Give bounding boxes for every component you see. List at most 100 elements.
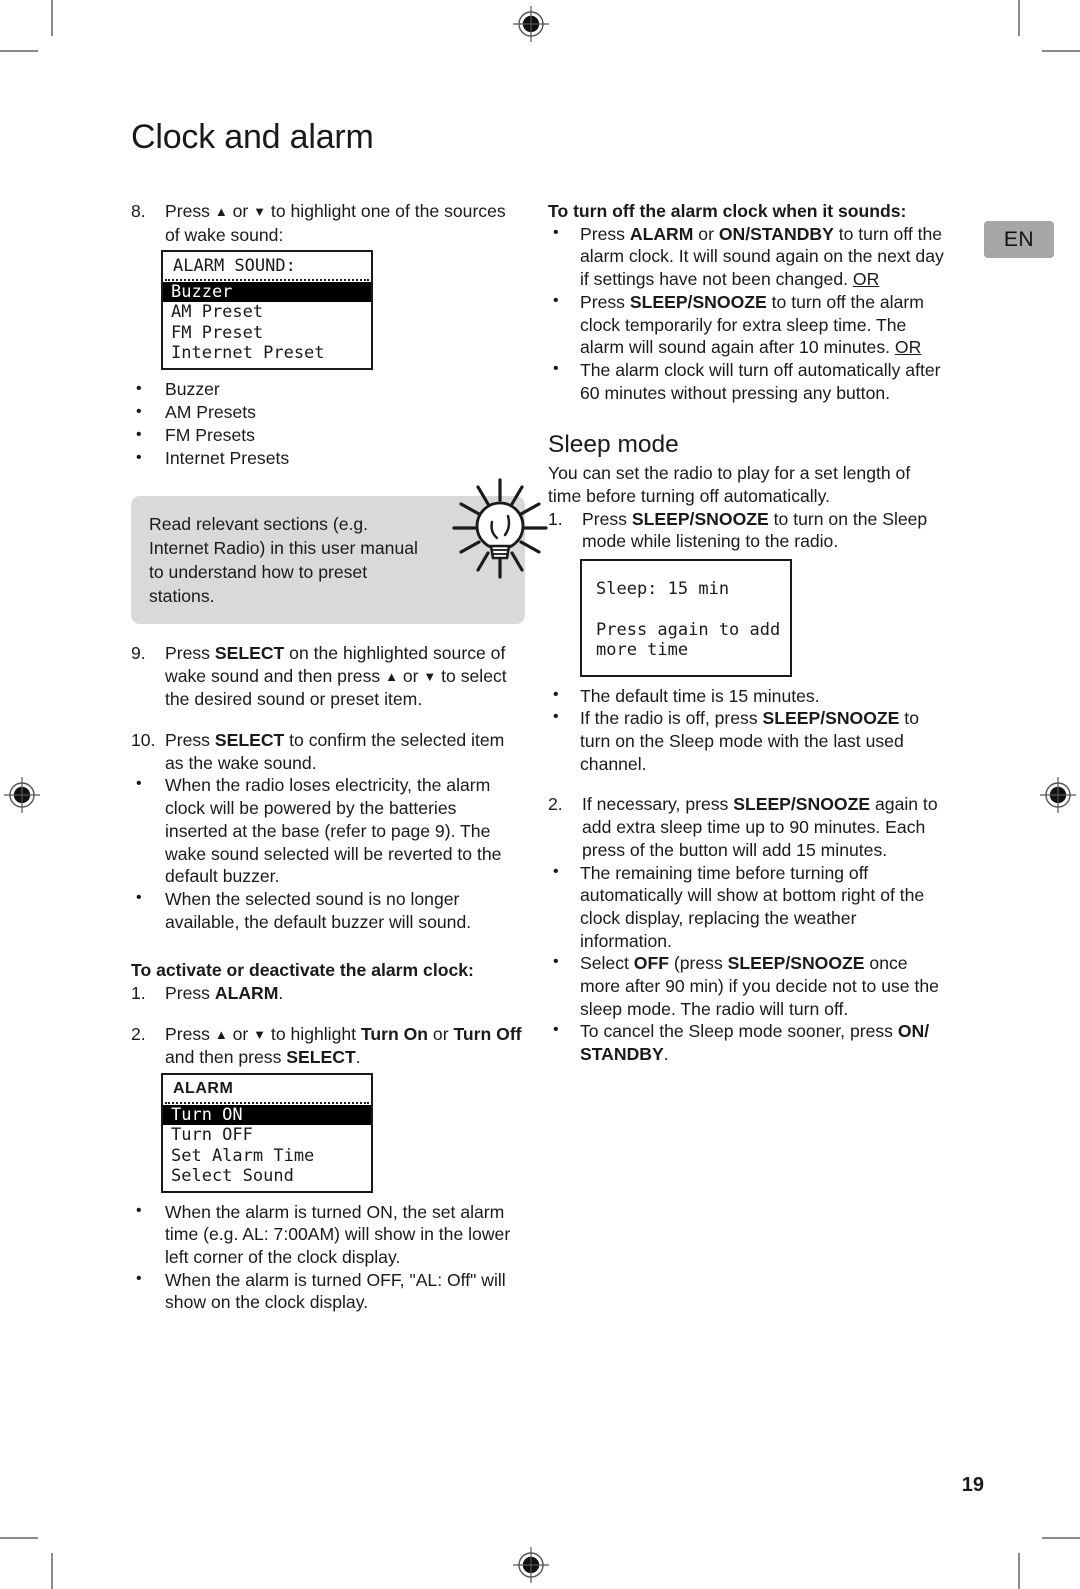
crop-mark-bottom-right-vertical xyxy=(1018,1553,1020,1589)
lightbulb-icon xyxy=(452,478,548,579)
list-item: • FM Presets xyxy=(136,424,255,445)
sleep-snooze-button-ref: SLEEP/SNOOZE xyxy=(629,291,767,312)
alarm-button-ref: ALARM xyxy=(214,983,279,1004)
registration-mark-bottom xyxy=(513,1547,549,1583)
list-item: • The alarm clock will turn off automati… xyxy=(553,359,941,403)
manual-page: Clock and alarm EN 8. Press ▲ or ▼ to hi… xyxy=(0,0,1080,1589)
list-item: • Select OFF (press SLEEP/SNOOZE once mo… xyxy=(553,953,939,1019)
language-badge: EN xyxy=(984,221,1054,258)
list-item: • When the radio loses electricity, the … xyxy=(136,775,502,887)
list-item: • AM Presets xyxy=(136,401,256,422)
sleep-snooze-button-ref: SLEEP/SNOOZE xyxy=(733,794,871,815)
crop-mark-top-left-vertical xyxy=(51,0,53,36)
off-option-ref: OFF xyxy=(633,953,669,974)
bullet-icon: • xyxy=(553,223,559,241)
alarm-menu-lcd-row: Set Alarm Time xyxy=(171,1145,315,1166)
sleep-mode-heading: Sleep mode xyxy=(548,431,679,459)
select-button-ref: SELECT xyxy=(286,1047,356,1068)
arrow-down-icon: ▼ xyxy=(423,668,437,684)
step-10-text: Press SELECT to confirm the selected ite… xyxy=(165,730,505,773)
select-button-ref: SELECT xyxy=(214,642,285,663)
alarm-sound-lcd: ALARM SOUND: Buzzer AM Preset FM Preset … xyxy=(161,250,373,370)
step-9-text: Press SELECT on the highlighted source o… xyxy=(165,642,507,710)
crop-mark-top-right-vertical xyxy=(1018,0,1020,36)
alarm-button-ref: ALARM xyxy=(629,223,694,244)
list-item: • Buzzer xyxy=(136,378,220,399)
bullet-icon: • xyxy=(136,1201,142,1219)
right-column: To turn off the alarm clock when it soun… xyxy=(548,200,944,1066)
alarm-sound-lcd-row: FM Preset xyxy=(171,322,264,343)
bullet-icon: • xyxy=(136,402,142,420)
bullet-icon: • xyxy=(136,1269,142,1287)
sleep-mode-lcd: Sleep: 15 min Press again to add more ti… xyxy=(580,559,792,677)
tip-callout: Read relevant sections (e.g. Internet Ra… xyxy=(131,478,548,624)
step-8-text: Press ▲ or ▼ to highlight one of the sou… xyxy=(165,201,506,245)
registration-mark-left xyxy=(4,777,40,813)
turn-off-ref: Turn Off xyxy=(453,1023,522,1044)
bullet-icon: • xyxy=(136,888,142,906)
step-8-number: 8. xyxy=(131,201,146,221)
alarm-sound-lcd-title: ALARM SOUND: xyxy=(165,255,369,281)
list-item: • The remaining time before turning off … xyxy=(553,862,925,951)
bullet-icon: • xyxy=(553,291,559,309)
crop-mark-top-right-horizontal xyxy=(1042,50,1080,52)
sleep-snooze-button-ref: SLEEP/SNOOZE xyxy=(631,508,769,529)
alarm-menu-lcd-row: Select Sound xyxy=(171,1166,294,1187)
or-separator: OR xyxy=(852,269,880,290)
on-standby-button-ref: ON/STANDBY xyxy=(718,223,834,244)
sleep-step-1-number: 1. xyxy=(548,508,563,529)
activate-step-1: 1. Press ALARM. xyxy=(131,983,284,1004)
list-item: • When the alarm is turned ON, the set a… xyxy=(136,1201,511,1268)
step-10: 10. Press SELECT to confirm the selected… xyxy=(131,729,523,774)
turn-on-ref: Turn On xyxy=(360,1023,429,1044)
activate-alarm-heading: To activate or deactivate the alarm cloc… xyxy=(131,960,474,981)
sleep-lcd-line-1: Sleep: 15 min xyxy=(596,579,730,600)
step-9: 9. Press SELECT on the highlighted sourc… xyxy=(131,642,523,711)
bullet-icon: • xyxy=(553,953,559,971)
bullet-icon: • xyxy=(136,425,142,443)
activate-step-2-number: 2. xyxy=(131,1023,146,1044)
bullet-icon: • xyxy=(553,708,559,726)
list-item: • To cancel the Sleep mode sooner, press… xyxy=(553,1021,930,1065)
page-number: 19 xyxy=(961,1474,984,1496)
sleep-lcd-line-3: more time xyxy=(596,640,689,661)
registration-mark-top xyxy=(513,6,549,42)
sleep-step-2-number: 2. xyxy=(548,794,563,815)
or-separator: OR xyxy=(894,337,922,358)
left-column: 8. Press ▲ or ▼ to highlight one of the … xyxy=(131,200,548,1314)
alarm-sound-lcd-row: Internet Preset xyxy=(171,343,325,364)
bullet-icon: • xyxy=(553,862,559,880)
page-title: Clock and alarm xyxy=(131,118,374,156)
alarm-sound-lcd-row-selected: Buzzer xyxy=(163,281,371,303)
bullet-icon: • xyxy=(136,775,142,793)
sleep-step-2: 2. If necessary, press SLEEP/SNOOZE agai… xyxy=(548,794,938,860)
sleep-lcd-line-2: Press again to add xyxy=(596,619,781,640)
sleep-step-1: 1. Press SLEEP/SNOOZE to turn on the Sle… xyxy=(548,508,928,552)
alarm-menu-lcd-title: ALARM xyxy=(165,1078,369,1104)
arrow-up-icon: ▲ xyxy=(214,204,228,219)
registration-mark-right xyxy=(1040,777,1076,813)
alarm-menu-lcd: ALARM Turn ON Turn OFF Set Alarm Time Se… xyxy=(161,1073,373,1193)
step-10-number: 10. xyxy=(131,730,156,751)
list-item: • When the alarm is turned OFF, "AL: Off… xyxy=(136,1269,506,1313)
alarm-menu-lcd-row: Turn OFF xyxy=(171,1125,253,1146)
list-item: • Press SLEEP/SNOOZE to turn off the ala… xyxy=(553,291,924,358)
list-item: • If the radio is off, press SLEEP/SNOOZ… xyxy=(553,708,919,774)
arrow-up-icon: ▲ xyxy=(214,1026,228,1042)
bullet-icon: • xyxy=(553,1021,559,1039)
arrow-up-icon: ▲ xyxy=(385,668,398,684)
tip-text: Read relevant sections (e.g. Internet Ra… xyxy=(149,513,418,606)
bullet-icon: • xyxy=(136,448,142,466)
bullet-icon: • xyxy=(136,379,142,397)
list-item: • Internet Presets xyxy=(136,447,290,468)
list-item: • When the selected sound is no longer a… xyxy=(136,888,472,932)
alarm-sound-lcd-row: AM Preset xyxy=(171,302,264,323)
step-8: 8. Press ▲ or ▼ to highlight one of the … xyxy=(131,200,523,246)
list-item: • The default time is 15 minutes. xyxy=(553,685,820,706)
activate-step-1-number: 1. xyxy=(131,983,146,1004)
arrow-down-icon: ▼ xyxy=(253,1026,267,1042)
step-9-number: 9. xyxy=(131,642,146,663)
crop-mark-bottom-left-vertical xyxy=(51,1553,53,1589)
alarm-menu-lcd-row-selected: Turn ON xyxy=(163,1104,371,1126)
arrow-down-icon: ▼ xyxy=(253,204,267,219)
